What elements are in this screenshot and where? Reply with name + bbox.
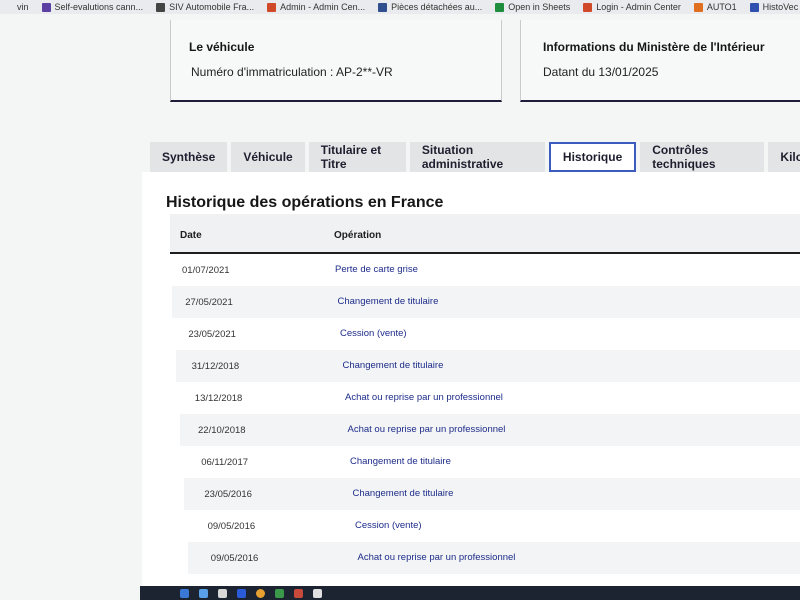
bookmark-item[interactable]: HistoVec - Accueil <box>746 0 800 14</box>
operation-label: Cession (vente) <box>340 328 407 339</box>
table-row: 09/05/2016 Achat ou reprise par un profes… <box>188 542 800 574</box>
ministry-card-title: Informations du Ministère de l'Intérieur <box>543 40 765 54</box>
bookmark-item[interactable]: SIV Automobile Fra... <box>152 0 263 14</box>
operation-date: 09/05/2016 <box>210 553 259 564</box>
excel-icon[interactable] <box>275 588 284 598</box>
operation-date: 22/10/2018 <box>198 425 246 436</box>
operation-label: Perte de carte grise <box>335 264 418 275</box>
operation-label: Cession (vente) <box>355 520 422 531</box>
column-header-date: Date <box>180 230 202 241</box>
table-row: 06/11/2017 Changement de titulaire <box>182 446 800 478</box>
tab-synthese[interactable]: Synthèse <box>150 142 228 172</box>
operation-date: 23/05/2016 <box>204 489 252 500</box>
vehicle-card: Le véhicule Numéro d'immatriculation : A… <box>170 20 502 102</box>
tab-kilometrage[interactable]: Kilo <box>768 142 800 172</box>
bookmark-favicon-icon <box>267 2 277 12</box>
bookmark-item[interactable]: Login - Admin Center <box>579 0 690 14</box>
bookmark-label: Pièces détachées au... <box>391 2 483 12</box>
bookmark-item[interactable]: vin <box>0 0 38 14</box>
operation-label: Achat ou reprise par un professionnel <box>357 552 516 563</box>
column-header-operation: Opération <box>334 230 382 241</box>
tab-vehicule[interactable]: Véhicule <box>231 142 305 172</box>
table-row: 27/05/2021 Changement de titulaire <box>172 286 800 318</box>
bookmark-item[interactable]: AUTO1 <box>690 0 746 14</box>
operation-date: 01/07/2021 <box>182 265 230 276</box>
table-row: 22/10/2018 Achat ou reprise par un profes… <box>180 414 800 446</box>
bookmark-favicon-icon <box>495 2 505 12</box>
bookmark-label: SIV Automobile Fra... <box>169 2 255 12</box>
registration-number: Numéro d'immatriculation : AP-2**-VR <box>191 65 393 79</box>
bookmark-favicon-icon <box>693 2 703 12</box>
history-title: Historique des opérations en France <box>166 194 444 211</box>
history-table-header: Date Opération <box>170 214 800 254</box>
table-row: 23/05/2021 Cession (vente) <box>174 318 800 350</box>
table-row: 13/12/2018 Achat ou reprise par un profes… <box>178 382 800 414</box>
operation-label: Changement de titulaire <box>342 360 444 371</box>
store-icon[interactable] <box>218 588 227 598</box>
bookmark-item[interactable]: Self-evalutions cann... <box>38 0 153 14</box>
bookmark-item[interactable]: Open in Sheets <box>491 0 579 14</box>
app-icon[interactable] <box>294 588 303 598</box>
table-row: 01/07/2021 Perte de carte grise <box>170 254 800 286</box>
bookmark-favicon-icon <box>156 2 166 12</box>
operation-date: 06/11/2017 <box>201 457 249 468</box>
bookmark-favicon-icon <box>4 2 13 12</box>
bookmark-item[interactable]: Pièces détachées au... <box>374 0 491 14</box>
table-row: 09/05/2016 Cession (vente) <box>186 510 800 542</box>
bookmark-favicon-icon <box>749 2 759 12</box>
operation-date: 23/05/2021 <box>188 329 236 340</box>
ministry-info-card: Informations du Ministère de l'Intérieur… <box>520 20 800 102</box>
notes-icon[interactable] <box>313 588 322 598</box>
history-panel: Historique des opérations en France Date… <box>142 172 800 600</box>
taskbar <box>140 586 800 600</box>
bookmark-label: vin <box>17 2 29 12</box>
tab-historique[interactable]: Historique <box>548 142 637 172</box>
chrome-icon[interactable] <box>256 588 265 598</box>
bookmarks-bar: vin Self-evalutions cann... SIV Automobile… <box>0 0 800 14</box>
bookmark-label: Open in Sheets <box>508 2 571 12</box>
operation-label: Changement de titulaire <box>352 488 454 499</box>
vehicle-card-title: Le véhicule <box>189 40 255 54</box>
bookmark-label: Admin - Admin Cen... <box>280 2 366 12</box>
bookmark-favicon-icon <box>583 2 593 12</box>
bookmark-item[interactable]: Admin - Admin Cen... <box>263 0 374 14</box>
tab-situation-administrative[interactable]: Situation administrative <box>409 142 545 172</box>
file-explorer-icon[interactable] <box>180 588 189 598</box>
operation-date: 31/12/2018 <box>191 361 240 372</box>
operation-date: 27/05/2021 <box>185 297 233 308</box>
bookmark-favicon-icon <box>41 2 51 12</box>
table-row: 23/05/2016 Changement de titulaire <box>184 478 800 510</box>
bookmark-label: Self-evalutions cann... <box>54 2 144 12</box>
operation-label: Achat ou reprise par un professionnel <box>345 392 503 403</box>
operation-label: Achat ou reprise par un professionnel <box>347 424 506 435</box>
data-date: Datant du 13/01/2025 <box>543 65 659 79</box>
bookmark-label: Login - Admin Center <box>596 2 681 12</box>
operation-label: Changement de titulaire <box>337 296 439 307</box>
tab-controles-techniques[interactable]: Contrôles techniques <box>640 142 765 172</box>
operation-date: 09/05/2016 <box>207 521 256 532</box>
tab-titulaire-et-titre[interactable]: Titulaire et Titre <box>308 142 406 172</box>
bookmark-label: HistoVec - Accueil <box>762 2 800 12</box>
mail-icon[interactable] <box>199 588 208 598</box>
tab-bar: Synthèse Véhicule Titulaire et Titre Sit… <box>150 142 800 172</box>
bookmark-label: AUTO1 <box>706 2 737 12</box>
table-row: 31/12/2018 Changement de titulaire <box>176 350 800 382</box>
operation-label: Changement de titulaire <box>350 456 451 467</box>
bookmark-favicon-icon <box>378 2 388 12</box>
word-icon[interactable] <box>237 588 246 598</box>
operation-date: 13/12/2018 <box>194 393 243 404</box>
